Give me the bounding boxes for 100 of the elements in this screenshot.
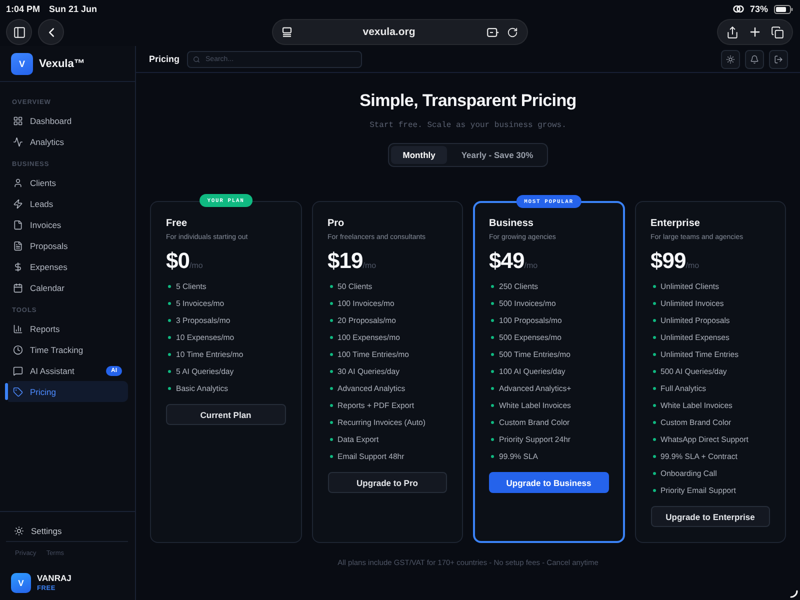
lightning-icon xyxy=(13,198,23,208)
sidebar-toggle-button[interactable] xyxy=(6,19,32,45)
billing-option[interactable]: Monthly xyxy=(390,146,448,164)
bullet-dot-icon xyxy=(491,421,494,424)
plan-button[interactable]: Upgrade to Pro xyxy=(328,472,447,493)
bullet-dot-icon xyxy=(491,336,494,339)
logout-icon xyxy=(774,54,783,64)
nav-item[interactable]: Pricing xyxy=(5,381,128,402)
tabs-button[interactable] xyxy=(771,26,784,38)
plan-price: $99 xyxy=(650,248,686,274)
price-period: /mo xyxy=(189,261,203,270)
brand-name: Vexula™ xyxy=(39,58,85,70)
nav-item[interactable]: Proposals xyxy=(5,235,128,256)
nav-item[interactable]: Dashboard xyxy=(5,110,128,131)
nav-item[interactable]: Invoices xyxy=(5,214,128,235)
nav-item[interactable]: Leads xyxy=(5,193,128,214)
bullet-dot-icon xyxy=(168,302,171,305)
bullet-dot-icon xyxy=(652,387,656,390)
bullet-dot-icon xyxy=(491,302,494,305)
plan-name: Enterprise xyxy=(650,217,701,231)
sun-icon xyxy=(726,54,735,64)
search-icon xyxy=(192,56,200,62)
tab-card-icon[interactable] xyxy=(486,28,498,36)
address-bar[interactable]: vexula.org xyxy=(272,19,528,45)
plus-icon xyxy=(748,25,762,39)
bullet-dot-icon xyxy=(168,387,171,390)
share-icon xyxy=(726,26,739,38)
bullet-dot-icon xyxy=(652,353,656,356)
bullet-dot-icon xyxy=(330,336,332,339)
plan-button[interactable]: Current Plan xyxy=(166,404,286,425)
document-icon xyxy=(13,240,23,250)
sidebar-panel-icon xyxy=(12,26,26,38)
logo-tile: V xyxy=(11,52,33,74)
nav-item[interactable]: Calendar xyxy=(5,277,128,298)
bullet-dot-icon xyxy=(652,370,656,373)
nav-item[interactable]: Time Tracking xyxy=(5,339,128,360)
bullet-dot-icon xyxy=(330,404,332,407)
nav-item[interactable]: Clients xyxy=(5,172,128,193)
new-tab-button[interactable] xyxy=(748,25,762,39)
share-button[interactable] xyxy=(726,26,739,38)
page-lines-icon[interactable] xyxy=(282,27,292,37)
plan-name: Business xyxy=(489,217,534,231)
plan-button[interactable]: Upgrade to Enterprise xyxy=(650,506,770,527)
page-title: Pricing xyxy=(149,54,180,64)
bullet-dot-icon xyxy=(168,370,171,373)
file-icon xyxy=(13,220,23,230)
bullet-dot-icon xyxy=(330,387,332,390)
bullet-dot-icon xyxy=(168,336,171,339)
billing-option[interactable]: Yearly - Save 30% xyxy=(449,146,546,164)
bullet-dot-icon xyxy=(652,472,656,475)
reload-icon[interactable] xyxy=(506,26,518,38)
bullet-dot-icon xyxy=(491,319,494,322)
logout-button[interactable] xyxy=(769,50,788,68)
bullet-dot-icon xyxy=(330,455,332,458)
nav-item[interactable]: Reports xyxy=(5,318,128,339)
clock-icon xyxy=(13,344,23,354)
bullet-dot-icon xyxy=(491,404,494,407)
back-button[interactable] xyxy=(38,19,64,45)
theme-button[interactable] xyxy=(721,50,740,68)
bullet-dot-icon xyxy=(330,319,332,322)
price-period: /mo xyxy=(362,261,376,270)
bullet-dot-icon xyxy=(330,353,332,356)
bullet-dot-icon xyxy=(652,404,656,407)
bullet-dot-icon xyxy=(168,319,171,322)
bullet-dot-icon xyxy=(491,353,494,356)
bell-icon xyxy=(750,54,759,64)
battery-percent: 73% xyxy=(750,4,768,14)
pulse-icon xyxy=(13,136,23,146)
status-date: Sun 21 Jun xyxy=(49,4,98,14)
user-name: VANRAJ xyxy=(37,573,72,583)
bullet-dot-icon xyxy=(491,387,494,390)
bullet-dot-icon xyxy=(330,285,332,288)
bullet-dot-icon xyxy=(652,302,656,305)
bullet-dot-icon xyxy=(168,285,171,288)
bullet-dot-icon xyxy=(330,438,332,441)
price-period: /mo xyxy=(524,261,538,270)
bullet-dot-icon xyxy=(491,438,494,441)
settings-link[interactable]: Settings xyxy=(0,521,135,541)
nav-item[interactable]: Analytics xyxy=(5,131,128,152)
bullet-dot-icon xyxy=(330,302,332,305)
battery-icon xyxy=(774,4,793,14)
bullet-dot-icon xyxy=(652,421,656,424)
plan-price: $0 xyxy=(166,248,190,274)
bullet-dot-icon xyxy=(652,438,656,441)
resize-handle-icon[interactable] xyxy=(790,590,798,598)
plan-button[interactable]: Upgrade to Business xyxy=(489,472,608,493)
sun-icon xyxy=(14,526,24,536)
bullet-dot-icon xyxy=(491,370,494,373)
notifications-button[interactable] xyxy=(745,50,764,68)
pricing-title: Simple, Transparent Pricing xyxy=(360,91,576,111)
plan-price: $49 xyxy=(489,248,524,274)
nav-item[interactable]: Expenses xyxy=(5,256,128,277)
plan-price: $19 xyxy=(328,248,363,274)
bullet-dot-icon xyxy=(652,336,656,339)
bullet-dot-icon xyxy=(168,353,171,356)
tabs-icon xyxy=(771,26,784,38)
plan-name: Free xyxy=(166,217,188,231)
dollar-icon xyxy=(13,262,23,272)
bullet-dot-icon xyxy=(652,285,656,288)
linked-rings-icon xyxy=(732,5,744,13)
